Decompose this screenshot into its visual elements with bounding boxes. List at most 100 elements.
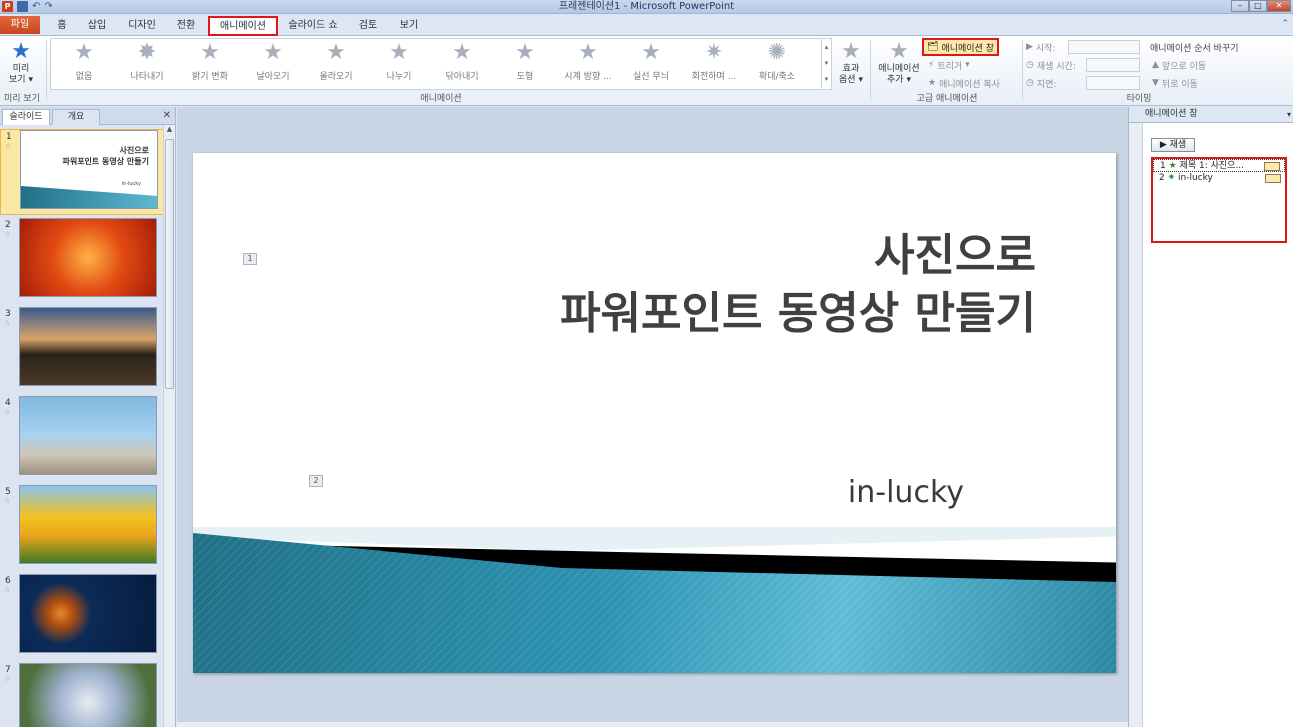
animation-grow-turn[interactable]: ✷ 회전하며 ... bbox=[683, 41, 745, 83]
tab-slideshow[interactable]: 슬라이드 쇼 bbox=[282, 17, 344, 35]
slide-thumbnail[interactable]: 5 ☆ bbox=[0, 485, 164, 571]
tab-view[interactable]: 보기 bbox=[396, 17, 422, 35]
move-earlier-label: 앞으로 이동 bbox=[1161, 61, 1207, 72]
delay-stepper[interactable] bbox=[1086, 76, 1140, 90]
delay-text: 지연: bbox=[1036, 79, 1057, 90]
animation-none[interactable]: ★ 없음 bbox=[53, 41, 115, 83]
effect-options-label: 효과 bbox=[842, 64, 860, 74]
tab-home[interactable]: 홈 bbox=[50, 17, 74, 35]
add-animation-button[interactable]: ★ 애니메이션 추가 ▾ bbox=[874, 40, 924, 86]
thumb-subtitle: in-lucky bbox=[121, 181, 141, 187]
preview-star-icon: ★ bbox=[11, 39, 31, 64]
tab-review[interactable]: 검토 bbox=[356, 17, 380, 35]
animation-list-item[interactable]: 1 ★ 제목 1: 사진으... bbox=[1153, 159, 1285, 172]
delay-label: ◷ 지연: bbox=[1026, 76, 1056, 90]
group-label-advanced: 고급 애니메이션 bbox=[916, 94, 978, 104]
animation-label: 날아오기 bbox=[256, 72, 290, 82]
group-label-preview: 미리 보기 bbox=[4, 94, 40, 104]
duration-stepper[interactable] bbox=[1086, 58, 1140, 72]
close-icon[interactable]: ✕ bbox=[163, 110, 171, 121]
slide-preview: 사진으로 파워포인트 동영상 만들기 in-lucky bbox=[20, 130, 158, 209]
gallery-scroll[interactable]: ▴ ▾ ▾ bbox=[821, 39, 831, 89]
tab-outline[interactable]: 개요 bbox=[52, 109, 100, 125]
animation-fade[interactable]: ★ 밝기 변화 bbox=[179, 41, 241, 83]
animation-pane-button[interactable]: 🗂 애니메이션 창 bbox=[922, 38, 999, 56]
animation-wipe[interactable]: ★ 닦아내기 bbox=[431, 41, 493, 83]
tab-design[interactable]: 디자인 bbox=[124, 17, 160, 35]
animation-marker[interactable]: 2 bbox=[309, 475, 323, 487]
maximize-button[interactable]: □ bbox=[1249, 0, 1267, 12]
slide-number: 3 bbox=[5, 309, 11, 319]
slide-thumbnail[interactable]: 4 ☆ bbox=[0, 396, 164, 482]
animation-order: 2 bbox=[1159, 173, 1165, 183]
move-later-icon: ▼ bbox=[1152, 78, 1159, 88]
slide-title-line2: 파워포인트 동영상 만들기 bbox=[560, 288, 1036, 339]
slide-thumbnail[interactable]: 3 ☆ bbox=[0, 307, 164, 393]
close-button[interactable]: ✕ bbox=[1267, 0, 1291, 12]
slides-pane: 슬라이드 개요 ✕ 1 ☆ 사진으로 파워포인트 동영상 만들기 in-lucky… bbox=[0, 107, 176, 727]
effect-options-icon: ★ bbox=[841, 39, 861, 64]
animation-marker[interactable]: 1 bbox=[243, 253, 257, 265]
animation-shape[interactable]: ★ 도형 bbox=[494, 40, 556, 83]
help-icon[interactable]: ⌃ bbox=[1281, 19, 1289, 29]
move-earlier-button[interactable]: ▲ 앞으로 이동 bbox=[1152, 58, 1206, 72]
animation-painter-button[interactable]: ★ 애니메이션 복사 bbox=[928, 76, 1000, 90]
tab-animations[interactable]: 애니메이션 bbox=[208, 16, 278, 36]
duration-label: ◷ 재생 시간: bbox=[1026, 58, 1076, 72]
move-later-button[interactable]: ▼ 뒤로 이동 bbox=[1152, 76, 1198, 90]
tab-insert[interactable]: 삽입 bbox=[84, 17, 110, 35]
tab-slides[interactable]: 슬라이드 bbox=[2, 109, 50, 125]
animation-star-icon: ☆ bbox=[5, 142, 12, 150]
scroll-thumb[interactable] bbox=[165, 139, 174, 389]
effect-options-button[interactable]: ★ 효과 옵션 ▾ bbox=[836, 40, 866, 86]
animation-appear[interactable]: ✸ 나타내기 bbox=[116, 41, 178, 83]
minimize-button[interactable]: – bbox=[1231, 0, 1249, 12]
star-icon: ★ bbox=[515, 40, 535, 65]
trigger-button[interactable]: ⚡ 트리거 ▾ bbox=[928, 58, 970, 72]
animation-label: 없음 bbox=[75, 72, 93, 82]
scroll-up-icon[interactable]: ▲ bbox=[164, 125, 175, 133]
animation-zoom[interactable]: ✺ 확대/축소 bbox=[746, 41, 808, 83]
slide-thumbnail[interactable]: 6 ☆ bbox=[0, 574, 164, 660]
move-later-label: 뒤로 이동 bbox=[1161, 79, 1198, 90]
animation-split[interactable]: ★ 나누기 bbox=[368, 41, 430, 83]
delay-icon: ◷ bbox=[1026, 78, 1034, 88]
pane-options-icon[interactable]: ▾ bbox=[1287, 107, 1291, 122]
jellyfish-photo bbox=[19, 574, 157, 653]
star-icon: ★ bbox=[326, 40, 346, 65]
trigger-label: 트리거 bbox=[937, 61, 963, 72]
animation-float-in[interactable]: ★ 올라오기 bbox=[305, 40, 367, 83]
play-button[interactable]: ▶ 재생 bbox=[1151, 138, 1195, 152]
start-text: 시작: bbox=[1035, 43, 1056, 54]
add-animation-icon: ★ bbox=[889, 39, 909, 64]
animation-pane-label: 애니메이션 창 bbox=[941, 43, 994, 54]
animation-fly-in[interactable]: ★ 날아오기 bbox=[242, 41, 304, 83]
slide-subtitle[interactable]: in-lucky bbox=[848, 475, 964, 510]
tab-file[interactable]: 파일 bbox=[0, 16, 40, 34]
animation-pane-icon: 🗂 bbox=[927, 42, 939, 52]
preview-button[interactable]: ★ 미리 보기 ▾ bbox=[4, 40, 38, 86]
slide-thumbnail[interactable]: 7 ☆ bbox=[0, 663, 164, 727]
start-icon: ▶ bbox=[1026, 42, 1033, 52]
slide-thumbnail[interactable]: 2 ☆ bbox=[0, 218, 164, 304]
slide-thumbnail[interactable]: 1 ☆ 사진으로 파워포인트 동영상 만들기 in-lucky bbox=[0, 129, 164, 215]
slides-pane-tabs: 슬라이드 개요 ✕ bbox=[0, 107, 175, 125]
animation-list-item[interactable]: 2 ✷ in-lucky bbox=[1153, 172, 1285, 185]
effect-options-label-2: 옵션 bbox=[839, 75, 856, 85]
timeline-bar bbox=[1264, 162, 1280, 171]
group-label-timing: 타이밍 bbox=[1126, 94, 1152, 104]
separator bbox=[870, 40, 871, 100]
tab-transitions[interactable]: 전환 bbox=[172, 17, 200, 35]
slide-title[interactable]: 사진으로 파워포인트 동영상 만들기 bbox=[560, 227, 1036, 343]
pane-splitter[interactable] bbox=[1129, 123, 1143, 727]
slides-scrollbar[interactable]: ▲ bbox=[163, 125, 175, 727]
slide-title-line1: 사진으로 bbox=[874, 230, 1036, 281]
entrance-effect-icon: ✷ bbox=[1167, 173, 1176, 183]
start-dropdown[interactable] bbox=[1068, 40, 1140, 54]
slide-canvas[interactable]: 1 사진으로 파워포인트 동영상 만들기 2 in-lucky bbox=[193, 153, 1116, 673]
animation-wheel[interactable]: ★ 시계 방향 ... bbox=[557, 41, 619, 83]
animation-random-bars[interactable]: ★ 실선 무늬 bbox=[620, 41, 682, 83]
animation-star-icon: ☆ bbox=[4, 675, 11, 683]
notes-pane[interactable] bbox=[177, 721, 1128, 727]
thumb-band bbox=[21, 186, 157, 208]
